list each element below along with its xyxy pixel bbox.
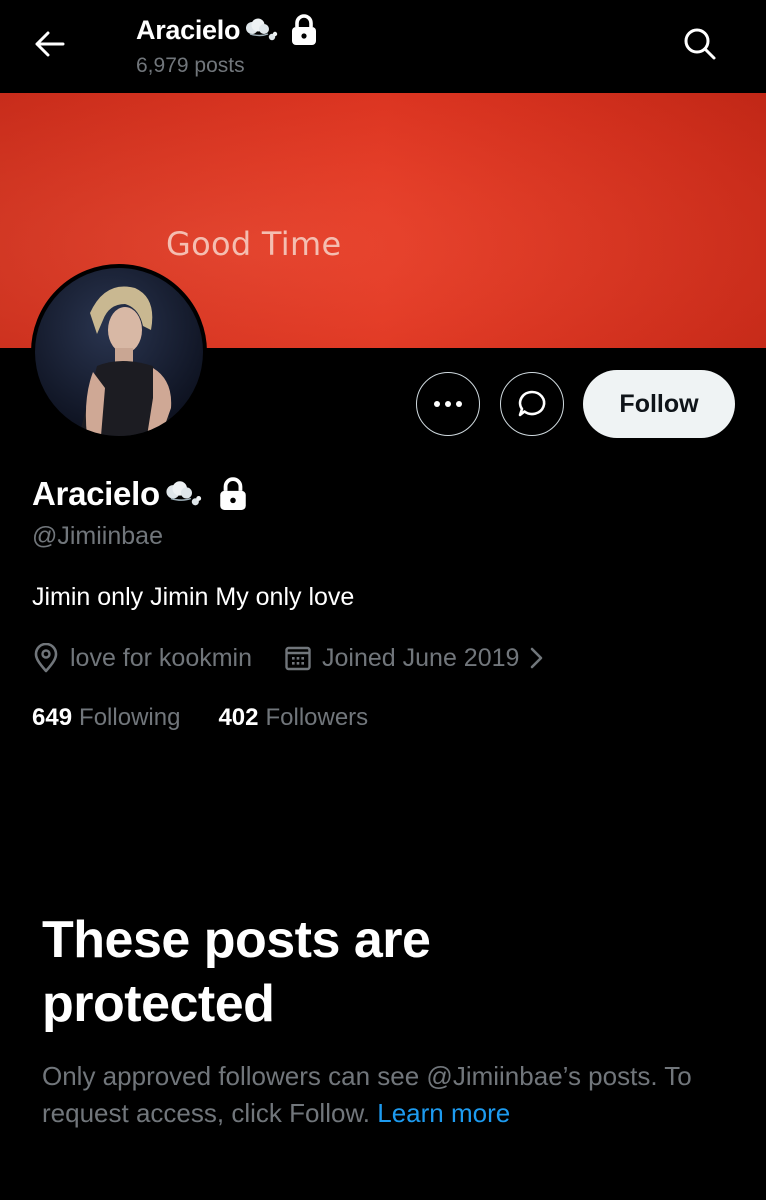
chevron-right-icon [531, 647, 543, 669]
learn-more-link[interactable]: Learn more [377, 1098, 510, 1128]
profile-name-row: Aracielo [32, 472, 248, 516]
more-horizontal-icon [434, 401, 462, 407]
protected-posts-description: Only approved followers can see @Jimiinb… [42, 1058, 742, 1132]
header-title-block: Aracielo 6,979 posts [136, 10, 318, 78]
profile-location: love for kookmin [32, 643, 252, 673]
message-bubble-icon [518, 390, 546, 417]
lock-icon [220, 477, 246, 510]
message-button[interactable] [500, 372, 564, 436]
profile-bio: Jimin only Jimin My only love [32, 583, 355, 611]
profile-display-name: Aracielo [32, 475, 160, 512]
profile-joined[interactable]: Joined June 2019 [284, 644, 555, 673]
protected-description-text: Only approved followers can see @Jimiinb… [42, 1061, 692, 1128]
following-label: Following [79, 704, 181, 731]
search-button[interactable] [680, 24, 720, 64]
followers-link[interactable]: 402 Followers [218, 704, 368, 732]
top-app-bar: Aracielo 6,979 posts [0, 0, 766, 92]
joined-text: Joined June 2019 [322, 643, 520, 672]
avatar[interactable] [31, 264, 207, 440]
search-icon [684, 28, 716, 60]
cloud-emoji-icon [166, 481, 201, 506]
banner-text: Good Time [166, 225, 342, 263]
profile-meta: love for kookmin Joined June 2019 [32, 643, 555, 673]
following-link[interactable]: 649 Following [32, 704, 180, 732]
location-pin-icon [34, 643, 58, 673]
location-text: love for kookmin [70, 643, 253, 672]
calendar-icon [285, 646, 311, 671]
following-count: 649 [32, 704, 73, 731]
protected-posts-title: These posts are protected [42, 911, 431, 1033]
more-options-button[interactable] [416, 372, 480, 436]
cloud-emoji-icon [246, 18, 278, 41]
followers-count: 402 [218, 704, 259, 731]
lock-icon [292, 14, 317, 45]
arrow-left-icon [35, 31, 65, 57]
profile-handle: @Jimiinbae [32, 522, 163, 550]
profile-stats: 649 Following 402 Followers [32, 704, 406, 732]
header-post-count: 6,979 posts [136, 54, 245, 77]
avatar-photo [35, 268, 203, 436]
header-title: Aracielo [136, 14, 241, 45]
back-button[interactable] [30, 26, 70, 62]
follow-button[interactable]: Follow [583, 370, 735, 438]
followers-label: Followers [265, 704, 369, 731]
